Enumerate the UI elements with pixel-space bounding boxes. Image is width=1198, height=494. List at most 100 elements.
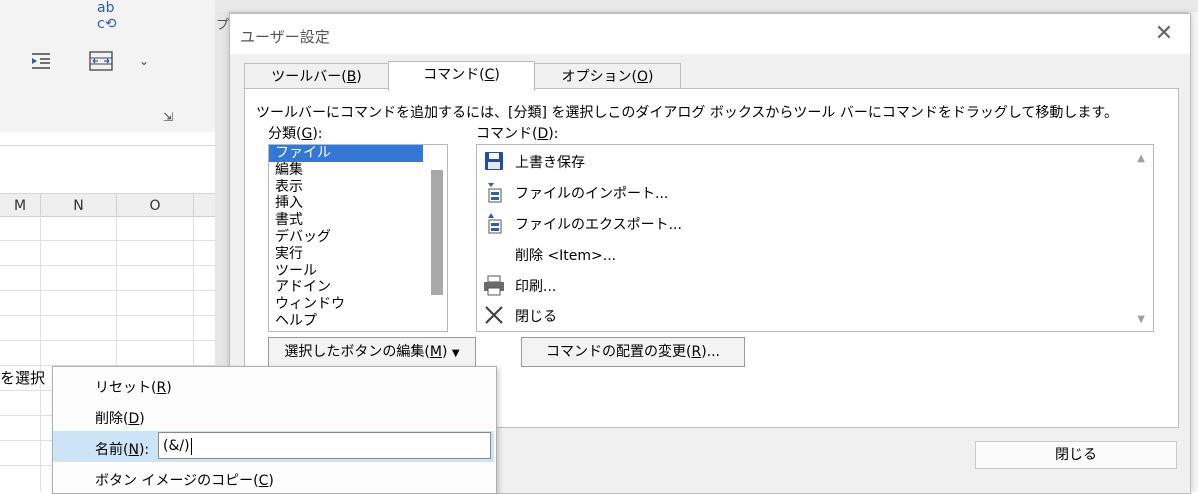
grid-line bbox=[0, 315, 215, 316]
tab-label: コマンド( bbox=[423, 67, 485, 83]
scroll-down-icon[interactable]: ▼ bbox=[1137, 314, 1145, 325]
menu-access-key: R bbox=[156, 380, 167, 396]
menu-access-key: D bbox=[128, 411, 140, 427]
column-header-row: M N O bbox=[0, 193, 215, 217]
command-item-import[interactable]: ファイルのインポート... bbox=[483, 177, 1103, 207]
tab-access-key: O bbox=[636, 69, 649, 85]
scroll-up-icon[interactable]: ▲ bbox=[1137, 153, 1145, 164]
instruction-text: ツールバーにコマンドを追加するには、[分類] を選択しこのダイアログ ボックスか… bbox=[256, 105, 1119, 121]
category-item[interactable]: ヘルプ bbox=[269, 313, 423, 330]
indent-icon[interactable] bbox=[30, 52, 52, 74]
categories-list[interactable]: ファイル 編集 表示 挿入 書式 デバッグ 実行 ツール アドイン ウィンドウ … bbox=[268, 144, 448, 332]
category-item[interactable]: 挿入 bbox=[269, 195, 423, 212]
commands-label: コマンド(D): bbox=[476, 123, 558, 143]
command-label: ファイルのエクスポート... bbox=[515, 217, 682, 233]
name-input-value: (&/) bbox=[163, 438, 190, 454]
column-header-m[interactable]: M bbox=[0, 194, 41, 216]
grid-line bbox=[0, 290, 215, 291]
command-label: 閉じる bbox=[515, 309, 557, 325]
menu-item-copy-button-image[interactable]: ボタン イメージのコピー(C) bbox=[53, 462, 494, 493]
label-text: コマンド( bbox=[476, 126, 538, 142]
label-access-key: G bbox=[301, 126, 313, 142]
button-text: コマンドの配置の変更( bbox=[545, 344, 692, 360]
printer-icon bbox=[483, 274, 505, 296]
category-item[interactable]: 書式 bbox=[269, 212, 423, 229]
menu-item-label: ボタン イメージのコピー(C) bbox=[95, 470, 274, 490]
category-item-file[interactable]: ファイル bbox=[269, 145, 423, 162]
tab-suffix: ) bbox=[356, 69, 362, 85]
close-button[interactable]: 閉じる bbox=[975, 441, 1177, 469]
edit-selection-button[interactable]: 選択したボタンの編集(M) ▼ bbox=[268, 337, 476, 367]
command-item-delete[interactable]: 削除 <Item>... bbox=[483, 239, 1103, 269]
menu-item-reset[interactable]: リセット(R) bbox=[53, 369, 494, 400]
menu-text: リセット( bbox=[95, 380, 157, 396]
tab-access-key: C bbox=[484, 67, 495, 83]
abc-check-icon[interactable]: ab c⟲ bbox=[97, 0, 116, 32]
menu-text: 名前( bbox=[95, 442, 129, 458]
menu-item-delete[interactable]: 削除(D) bbox=[53, 400, 494, 431]
dialog-title: ユーザー設定 bbox=[240, 28, 330, 46]
label-text: 分類( bbox=[268, 126, 302, 142]
command-item-save[interactable]: 上書き保存 bbox=[483, 146, 1103, 176]
command-label: 印刷... bbox=[515, 279, 557, 295]
menu-access-key: C bbox=[258, 473, 269, 489]
label-suffix: ): bbox=[312, 126, 323, 142]
menu-text: 削除( bbox=[95, 411, 129, 427]
ribbon-background: ab c⟲ ⌄ ⇲ bbox=[0, 0, 215, 133]
close-x-icon bbox=[483, 304, 505, 326]
label-access-key: D bbox=[537, 126, 549, 142]
grid-line bbox=[0, 240, 215, 241]
background-toolbar-strip bbox=[215, 0, 1198, 13]
ribbon-gap bbox=[0, 132, 215, 144]
button-suffix: ) bbox=[441, 344, 448, 360]
category-item[interactable]: 実行 bbox=[269, 246, 423, 263]
category-item[interactable]: デバッグ bbox=[269, 229, 423, 246]
category-item[interactable]: 編集 bbox=[269, 162, 423, 179]
column-header-n[interactable]: N bbox=[41, 194, 117, 216]
merge-cells-icon[interactable] bbox=[89, 51, 113, 75]
export-file-icon bbox=[483, 212, 505, 234]
dropdown-arrow-icon: ▼ bbox=[451, 348, 460, 359]
categories-scrollbar-thumb[interactable] bbox=[431, 170, 443, 295]
dialog-launcher-icon[interactable]: ⇲ bbox=[163, 110, 173, 124]
categories-label: 分類(G): bbox=[268, 123, 323, 143]
title-bar[interactable]: ユーザー設定 ✕ bbox=[230, 14, 1190, 54]
tab-label: ツールバー( bbox=[271, 69, 347, 85]
button-access-key: M bbox=[429, 344, 442, 360]
menu-item-label: 名前(N): bbox=[95, 439, 149, 459]
column-header-o[interactable]: O bbox=[117, 194, 194, 216]
tab-suffix: ) bbox=[648, 69, 654, 85]
save-icon bbox=[483, 150, 505, 172]
menu-text: ボタン イメージのコピー( bbox=[95, 473, 259, 489]
cell-text[interactable]: を選択 bbox=[0, 367, 45, 388]
grid-line bbox=[0, 265, 215, 266]
partial-label: プ bbox=[216, 18, 230, 33]
command-label: 削除 <Item>... bbox=[515, 248, 617, 264]
tab-options[interactable]: オプション(O) bbox=[534, 63, 681, 90]
rearrange-commands-button[interactable]: コマンドの配置の変更(R)... bbox=[521, 337, 745, 367]
button-suffix: )... bbox=[701, 344, 720, 360]
category-item[interactable]: ウィンドウ bbox=[269, 296, 423, 313]
tab-toolbars[interactable]: ツールバー(B) bbox=[244, 63, 389, 90]
category-item[interactable]: 表示 bbox=[269, 179, 423, 196]
grid-line bbox=[40, 215, 41, 492]
category-item[interactable]: ツール bbox=[269, 263, 423, 280]
tab-access-key: B bbox=[346, 69, 357, 85]
command-item-print[interactable]: 印刷... bbox=[483, 270, 1103, 300]
name-input[interactable]: (&/) bbox=[158, 432, 491, 459]
close-icon[interactable]: ✕ bbox=[1152, 22, 1176, 46]
command-item-export[interactable]: ファイルのエクスポート... bbox=[483, 208, 1103, 238]
button-access-key: R bbox=[691, 344, 702, 360]
menu-suffix: ) bbox=[139, 411, 145, 427]
commands-list[interactable]: 上書き保存 ファイルのインポート... ファイルのエクスポート... 削除 <I… bbox=[476, 144, 1154, 332]
menu-item-label: 削除(D) bbox=[95, 408, 145, 428]
grid-line bbox=[0, 340, 215, 341]
label-suffix: ): bbox=[548, 126, 559, 142]
command-item-close[interactable]: 閉じる bbox=[483, 300, 1103, 330]
chevron-down-icon[interactable]: ⌄ bbox=[139, 54, 149, 68]
menu-suffix: ) bbox=[166, 380, 172, 396]
tab-commands[interactable]: コマンド(C) bbox=[388, 61, 535, 91]
menu-item-label: リセット(R) bbox=[95, 377, 172, 397]
category-item[interactable]: アドイン bbox=[269, 279, 423, 296]
menu-item-name[interactable]: 名前(N): (&/) bbox=[53, 431, 494, 462]
